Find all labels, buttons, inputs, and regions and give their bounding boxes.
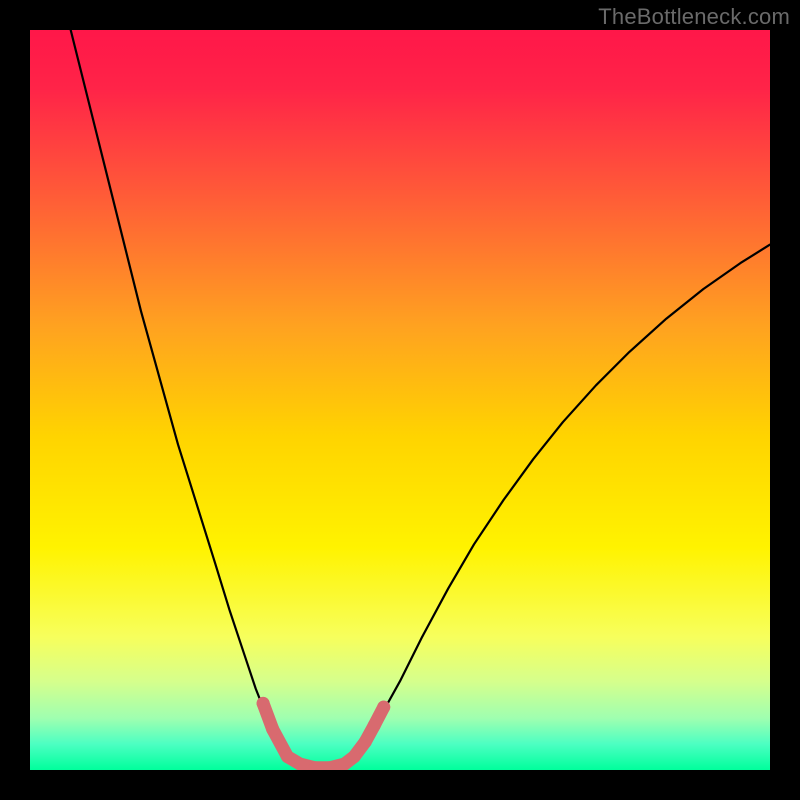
marker-dot [281,750,294,763]
marker-dot [266,723,279,736]
gradient-background [30,30,770,770]
marker-dot [348,750,361,763]
marker-dot [257,697,270,710]
marker-dot [368,719,381,732]
chart-svg [30,30,770,770]
marker-dot [359,735,372,748]
watermark-label: TheBottleneck.com [598,4,790,30]
marker-dot [294,758,307,770]
plot-area [30,30,770,770]
chart-container: TheBottleneck.com [0,0,800,800]
marker-dot [377,701,390,714]
